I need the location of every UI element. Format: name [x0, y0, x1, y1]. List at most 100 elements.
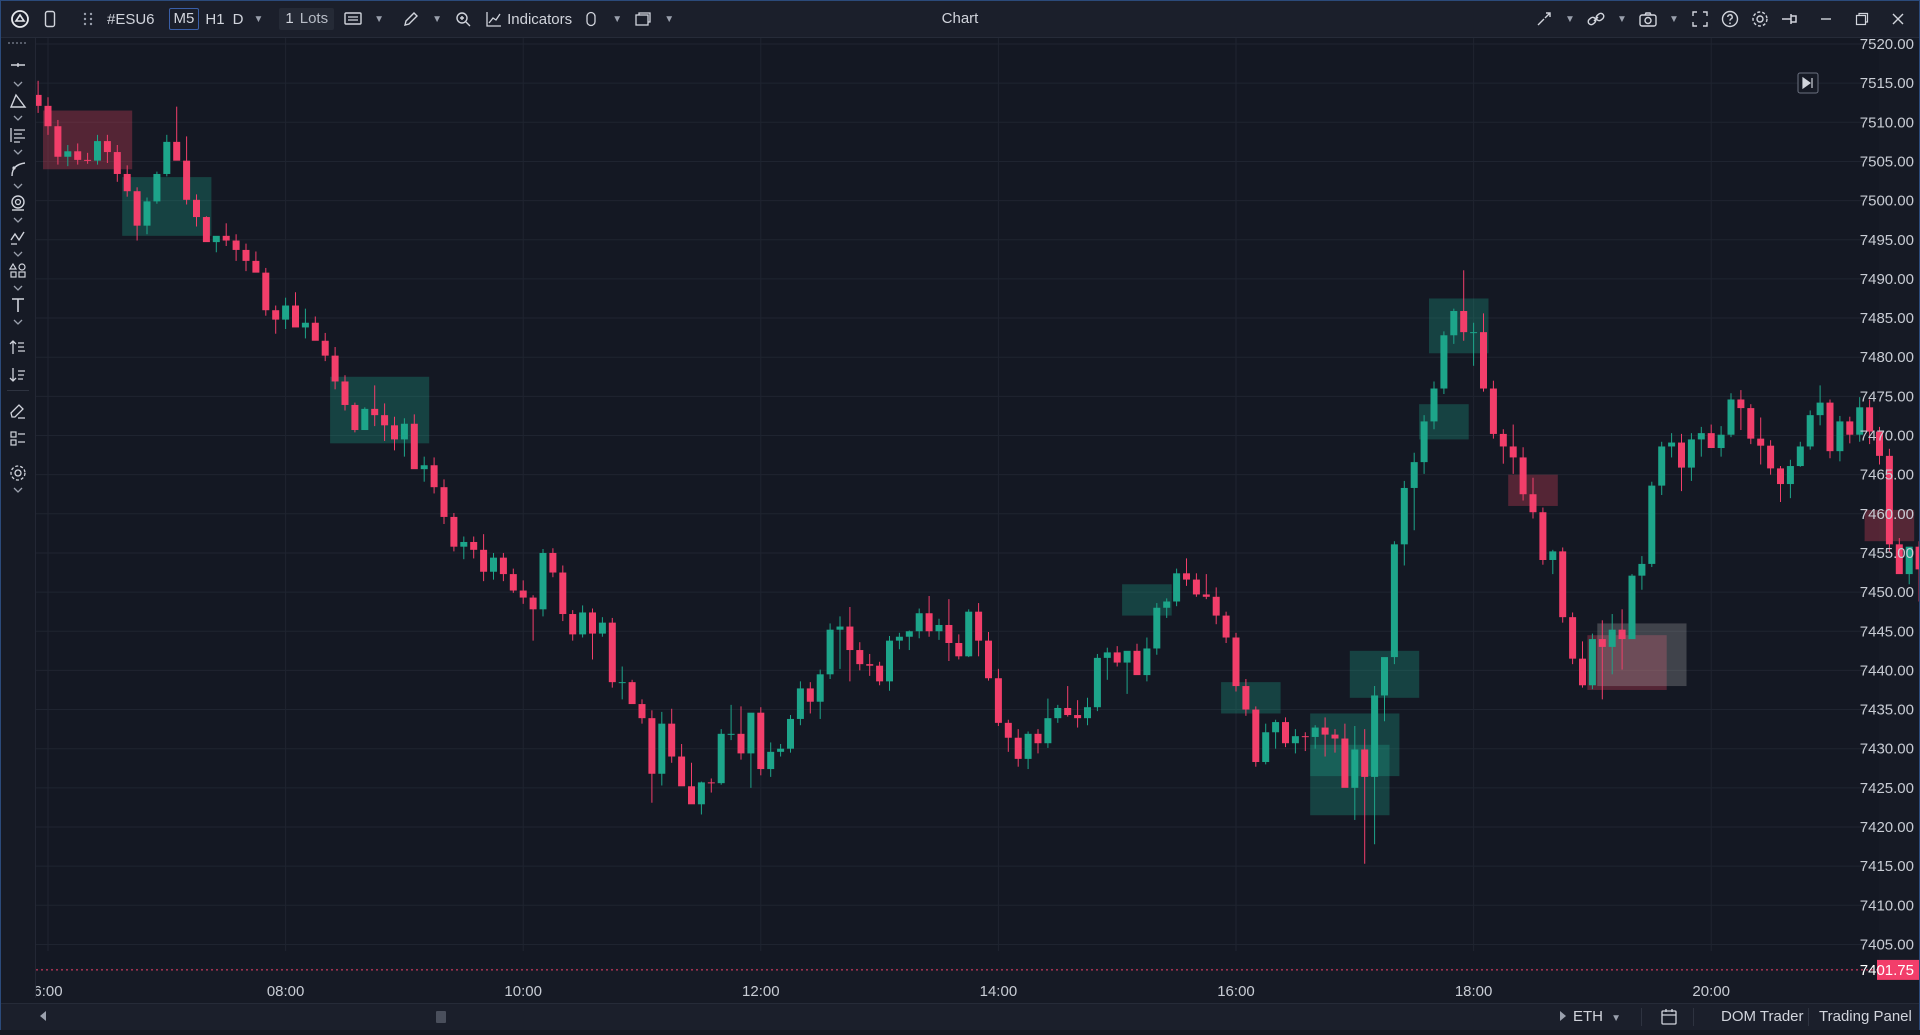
horizontal-line-tool-icon[interactable] — [7, 54, 29, 76]
eraser-tool-icon[interactable] — [7, 400, 29, 422]
chart-type-icon[interactable] — [338, 6, 368, 32]
link-chevron-down-icon[interactable]: ▼ — [1611, 6, 1633, 32]
templates-icon[interactable] — [628, 6, 658, 32]
zoom-icon[interactable] — [448, 6, 478, 32]
price-chart[interactable]: 7520.00 7515.00 7510.00 7505.00 7500.00 7495.… — [36, 38, 1919, 1003]
candle-body — [1440, 335, 1448, 389]
candle — [1539, 507, 1547, 565]
alert-icon[interactable] — [576, 6, 606, 32]
candle-body — [1014, 737, 1022, 759]
horizontal-scrollbar[interactable] — [51, 1011, 1556, 1023]
help-icon[interactable] — [1715, 6, 1745, 32]
trading-panel-button[interactable]: Trading Panel — [1819, 1004, 1912, 1030]
session-selector[interactable]: ETH ▼ — [1573, 1004, 1621, 1030]
text-tool-icon[interactable] — [7, 294, 29, 316]
timeframe-chevron-down-icon[interactable]: ▼ — [247, 6, 269, 32]
timeframe-m5-button[interactable]: M5 — [167, 6, 202, 32]
dom-trader-button[interactable]: DOM Trader — [1721, 1004, 1804, 1030]
candle-body — [480, 549, 488, 572]
curve-tool-icon[interactable] — [7, 158, 29, 180]
go-to-realtime-button[interactable] — [1797, 72, 1819, 94]
scroll-left-arrow-icon[interactable] — [39, 1004, 47, 1030]
symbol-selector[interactable]: #ESU6 — [103, 6, 159, 32]
calendar-icon[interactable] — [1660, 1008, 1678, 1026]
price-tick-label: 7420.00 — [1860, 819, 1914, 836]
link-icon[interactable] — [1581, 6, 1611, 32]
settings-chevron-down-icon[interactable] — [12, 486, 24, 494]
candle-body — [1628, 575, 1636, 640]
crosshair-chevron-down-icon[interactable]: ▼ — [1559, 6, 1581, 32]
candle-body — [559, 572, 567, 615]
candle-body — [678, 756, 686, 787]
candle-body — [113, 152, 121, 174]
tool-chevron-down-icon[interactable] — [12, 182, 24, 190]
price-tick-label: 7440.00 — [1860, 662, 1914, 679]
pattern-tool-icon[interactable] — [7, 226, 29, 248]
drag-handle-icon[interactable] — [73, 6, 103, 32]
shapes-tool-icon[interactable] — [7, 260, 29, 282]
phone-icon[interactable] — [35, 6, 65, 32]
candle-body — [193, 199, 200, 218]
candle-body — [1252, 709, 1260, 763]
candle-body — [787, 718, 794, 749]
pencil-chevron-down-icon[interactable]: ▼ — [426, 6, 448, 32]
tool-chevron-down-icon[interactable] — [12, 216, 24, 224]
camera-icon[interactable] — [1633, 6, 1663, 32]
chart-type-chevron-down-icon[interactable]: ▼ — [368, 6, 390, 32]
settings-gear-icon[interactable] — [1745, 6, 1775, 32]
candle-body — [1826, 402, 1834, 452]
price-tick-label: 7505.00 — [1860, 153, 1914, 170]
app-logo-icon[interactable] — [5, 6, 35, 32]
close-icon[interactable] — [1883, 6, 1913, 32]
candle-body — [1489, 388, 1497, 434]
restore-icon[interactable] — [1847, 6, 1877, 32]
toolbar-grip-icon[interactable] — [7, 40, 29, 46]
price-tick-label: 7470.00 — [1860, 428, 1914, 445]
fullscreen-icon[interactable] — [1685, 6, 1715, 32]
candle-body — [64, 151, 72, 157]
candle-body — [826, 629, 834, 675]
candle-body — [341, 381, 349, 405]
lots-input[interactable]: 1 Lots — [279, 8, 335, 30]
price-tick-label: 7485.00 — [1860, 310, 1914, 327]
crosshair-sync-icon[interactable] — [1529, 6, 1559, 32]
candle — [628, 679, 636, 705]
zone-box — [1429, 298, 1489, 354]
gann-tool-icon[interactable] — [7, 192, 29, 214]
short-position-tool-icon[interactable] — [7, 364, 29, 386]
candle-body — [1351, 749, 1359, 788]
candle-body — [222, 235, 230, 241]
object-list-icon[interactable] — [7, 428, 29, 450]
indicators-button[interactable]: Indicators — [482, 6, 576, 32]
candle-body — [1173, 573, 1181, 602]
tool-chevron-down-icon[interactable] — [12, 284, 24, 292]
candle — [1569, 612, 1577, 665]
candle-body — [1598, 639, 1606, 647]
timeframe-h1-button[interactable]: H1 — [201, 6, 228, 32]
tool-chevron-down-icon[interactable] — [12, 114, 24, 122]
candle-body — [806, 688, 814, 702]
tool-chevron-down-icon[interactable] — [12, 250, 24, 258]
timeframe-d-button[interactable]: D — [229, 6, 248, 32]
scrollbar-thumb[interactable] — [436, 1011, 446, 1023]
time-axis[interactable]: 6:00 08:00 10:00 12:00 14:00 16:00 18:00 20:00 — [36, 983, 1730, 1000]
pencil-icon[interactable] — [396, 6, 426, 32]
alert-chevron-down-icon[interactable]: ▼ — [606, 6, 628, 32]
templates-chevron-down-icon[interactable]: ▼ — [658, 6, 680, 32]
pin-icon[interactable] — [1775, 6, 1805, 32]
scroll-right-arrow-icon[interactable] — [1559, 1004, 1567, 1030]
triangle-tool-icon[interactable] — [7, 90, 29, 112]
tool-chevron-down-icon[interactable] — [12, 148, 24, 156]
candle-body — [202, 217, 210, 243]
candle-body — [1687, 439, 1695, 468]
tool-chevron-down-icon[interactable] — [12, 80, 24, 88]
chart-settings-gear-icon[interactable] — [7, 462, 29, 484]
fibonacci-tool-icon[interactable] — [7, 124, 29, 146]
minimize-icon[interactable] — [1811, 6, 1841, 32]
long-position-tool-icon[interactable] — [7, 336, 29, 358]
candle-body — [1400, 487, 1408, 545]
candle — [608, 617, 616, 688]
candle-body — [638, 704, 646, 719]
camera-chevron-down-icon[interactable]: ▼ — [1663, 6, 1685, 32]
tool-chevron-down-icon[interactable] — [12, 318, 24, 326]
